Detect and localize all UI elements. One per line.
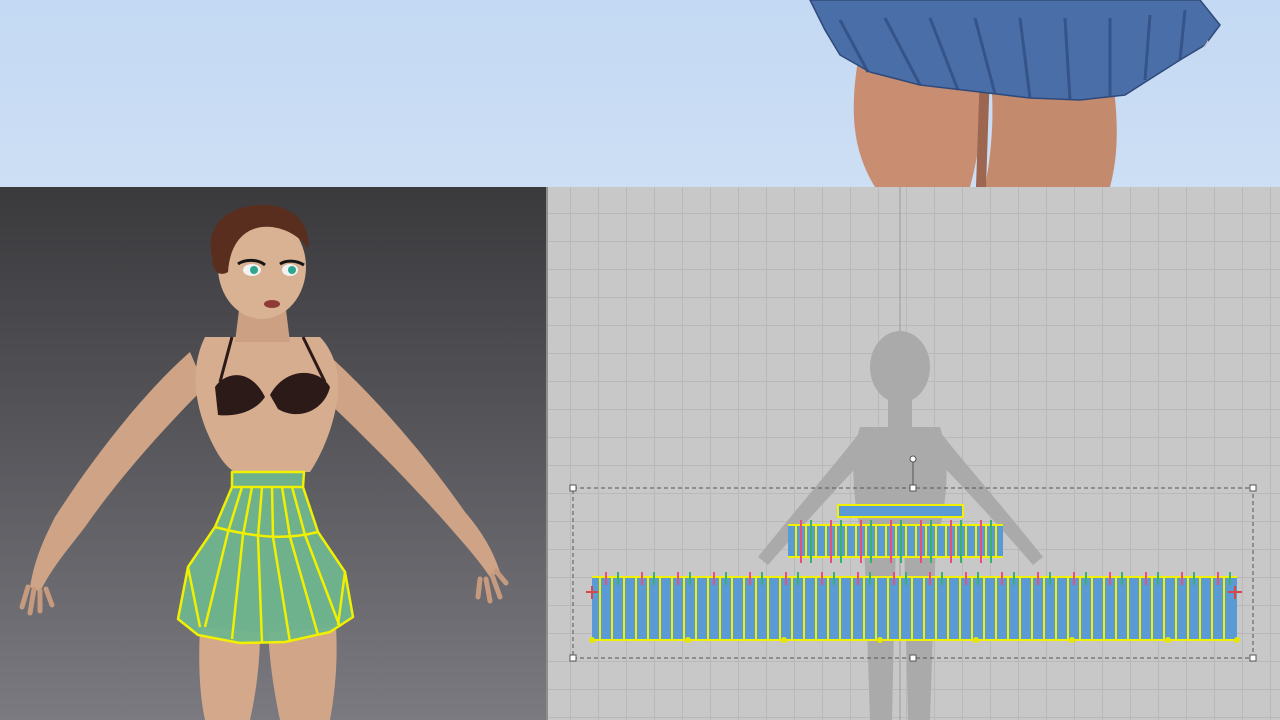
avatar-3d-model (19, 204, 509, 720)
screen (0, 0, 1280, 720)
promo-banner (0, 0, 1280, 187)
main-skirt-pattern-piece[interactable] (586, 572, 1242, 643)
2d-pattern-window[interactable] (548, 187, 1280, 720)
pattern-canvas (569, 187, 1257, 720)
banner-character-art (809, 0, 1221, 187)
3d-viewport[interactable] (0, 187, 546, 720)
waistband-pattern-piece[interactable] (837, 504, 964, 518)
upper-skirt-pattern-piece[interactable] (788, 520, 1003, 563)
